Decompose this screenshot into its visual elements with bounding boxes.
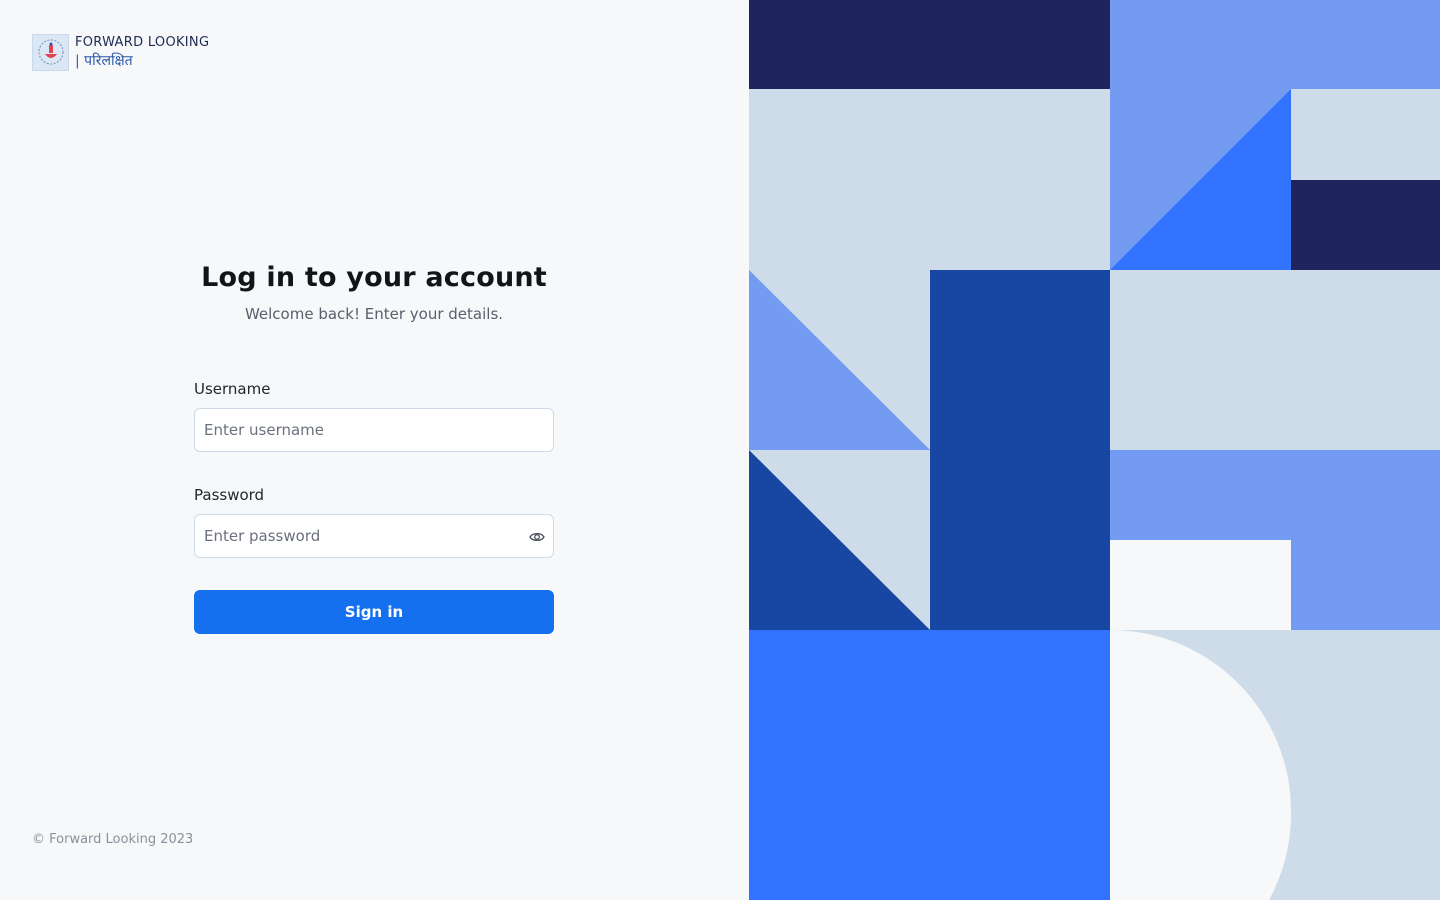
login-panel: FORWARD LOOKING | परिलक्षित Log in to yo… xyxy=(0,0,749,900)
password-field[interactable] xyxy=(194,514,554,558)
sign-in-button[interactable]: Sign in xyxy=(194,590,554,634)
login-form: Log in to your account Welcome back! Ent… xyxy=(194,262,554,634)
username-label: Username xyxy=(194,380,271,398)
geometric-artwork xyxy=(749,0,1440,900)
brand-title: FORWARD LOOKING xyxy=(75,35,210,50)
shape-deep-column xyxy=(930,270,1110,630)
shape-pale-right-band xyxy=(1110,270,1440,450)
decorative-pattern xyxy=(749,0,1440,900)
password-label: Password xyxy=(194,486,265,504)
password-input[interactable] xyxy=(195,515,553,557)
brand: FORWARD LOOKING | परिलक्षित xyxy=(32,33,209,71)
shape-pale-wide xyxy=(749,89,1110,270)
shape-navy-small xyxy=(1291,180,1440,270)
username-field[interactable] xyxy=(194,408,554,452)
brand-subtitle: | परिलक्षित xyxy=(75,53,133,69)
copyright: © Forward Looking 2023 xyxy=(32,832,194,847)
shape-soft-top-right xyxy=(1110,0,1440,89)
username-input[interactable] xyxy=(195,409,553,451)
page-title: Log in to your account xyxy=(201,262,547,293)
shape-soft-right xyxy=(1291,450,1440,630)
shape-navy-top xyxy=(749,0,1110,89)
page-subtitle: Welcome back! Enter your details. xyxy=(244,305,504,323)
eye-icon[interactable] xyxy=(529,530,545,544)
shape-soft-band xyxy=(1110,450,1291,540)
shape-pale-small xyxy=(1291,89,1440,180)
shape-bright-block xyxy=(749,630,1110,900)
shape-light-cell xyxy=(1110,540,1291,630)
emblem-logo xyxy=(32,33,69,71)
